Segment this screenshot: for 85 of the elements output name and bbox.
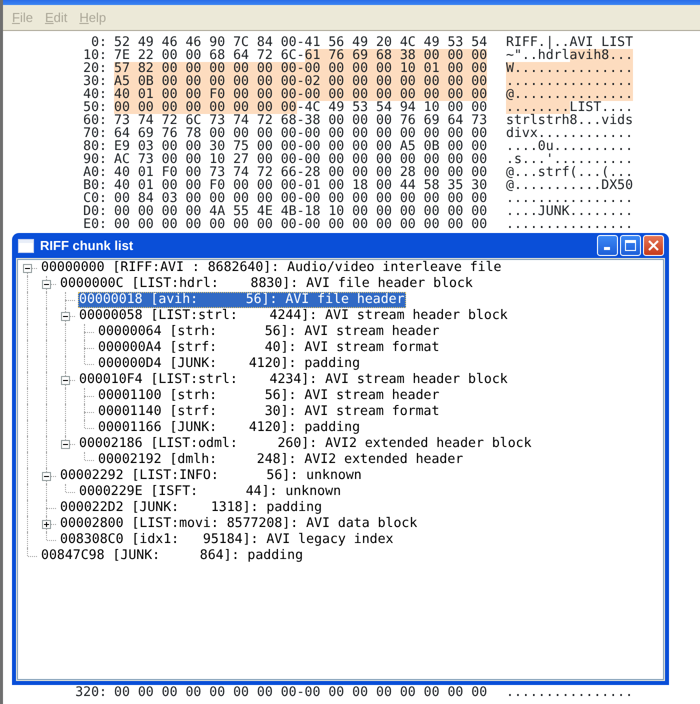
tree-item[interactable]: 00002186 [LIST:odml: 260]: AVI2 extended header block xyxy=(78,436,533,452)
row-offset: 70: xyxy=(82,127,107,140)
row-offset: D0: xyxy=(82,205,107,218)
hex-bytes: -4C 49 53 54 94 10 00 00 xyxy=(296,101,488,114)
hex-bytes: 40 01 F0 00 73 74 72 66-28 00 00 00 28 00 00 00 xyxy=(114,166,488,179)
ascii-text: divx............ xyxy=(506,127,634,140)
hex-bytes: 00 00 00 00 00 00 00 00-00 00 00 00 00 00 00 00 xyxy=(114,686,488,699)
tree-item[interactable]: 000010F4 [LIST:strl: 4234]: AVI stream header block xyxy=(78,372,509,388)
tree-item[interactable]: 000000A4 [strf: 40]: AVI stream format xyxy=(97,340,440,356)
tree-item[interactable]: 000000D4 [JUNK: 4120]: padding xyxy=(97,356,362,372)
tree-item[interactable]: 00002292 [LIST:INFO: 56]: unknown xyxy=(59,468,363,484)
collapse-icon[interactable] xyxy=(42,472,51,481)
close-button[interactable] xyxy=(643,235,664,256)
ascii-text: avih8... xyxy=(570,49,634,62)
row-offset: 320: xyxy=(74,686,107,699)
window-icon xyxy=(18,238,34,252)
hex-bytes: A5 0B 00 00 00 00 00 00-02 00 00 00 00 00 00 00 xyxy=(114,75,488,88)
row-offset: 40: xyxy=(82,88,107,101)
tree-item[interactable]: 00002192 [dmlh: 248]: AVI2 extended header xyxy=(97,452,464,468)
hex-bytes: 00 00 00 00 00 00 00 00 xyxy=(114,101,297,114)
ascii-text: ................ xyxy=(506,686,634,699)
row-offset: 60: xyxy=(82,114,107,127)
ascii-text: W............... xyxy=(506,62,634,75)
tree-item[interactable]: 00000000 [RIFF:AVI : 8682640]: Audio/video interleave file xyxy=(40,260,502,276)
row-offset: 50: xyxy=(82,101,107,114)
ascii-text: ........ xyxy=(506,101,570,114)
ascii-text: strlstrh8...vids xyxy=(506,114,634,127)
hex-bytes: 7E 22 00 00 68 64 72 6C- xyxy=(114,49,305,62)
ascii-text: @...........DX50 xyxy=(506,179,634,192)
row-offset: 20: xyxy=(82,62,107,75)
hex-bytes: E9 03 00 00 30 75 00 00-00 00 00 00 A5 0B 00 00 xyxy=(114,140,488,153)
hex-bytes: 40 01 00 00 F0 00 00 00-01 00 18 00 44 58 35 30 xyxy=(114,179,488,192)
hex-bytes: AC 73 00 00 10 27 00 00-00 00 00 00 00 00 00 00 xyxy=(114,153,488,166)
tree-item[interactable]: 000022D2 [JUNK: 1318]: padding xyxy=(59,500,324,516)
row-offset: B0: xyxy=(82,179,107,192)
window-title: RIFF chunk list xyxy=(40,236,134,255)
row-offset: 30: xyxy=(82,75,107,88)
hex-bytes: 73 74 72 6C 73 74 72 68-38 00 00 00 76 69 64 73 xyxy=(114,114,488,127)
hex-bytes: 61 76 69 68 38 00 00 00 xyxy=(304,49,488,62)
tree-item[interactable]: 00001100 [strh: 56]: AVI stream header xyxy=(97,388,440,404)
ascii-text: ~"..hdrl xyxy=(506,49,570,62)
hex-bytes: 00 00 00 00 00 00 00 00-00 00 00 00 00 00 00 00 xyxy=(114,218,488,231)
ascii-text: .s...'.......... xyxy=(506,153,634,166)
row-offset: A0: xyxy=(82,166,107,179)
ascii-text: ....JUNK........ xyxy=(506,205,634,218)
tree-item[interactable]: 00000064 [strh: 56]: AVI stream header xyxy=(97,324,440,340)
ascii-text: RIFF.|..AVI LIST xyxy=(506,36,634,49)
collapse-icon[interactable] xyxy=(61,312,70,321)
hex-bytes: 57 82 00 00 00 00 00 00-00 00 00 00 10 01 00 00 xyxy=(114,62,488,75)
row-offset: 10: xyxy=(82,49,107,62)
tree-item[interactable]: 00001140 [strf: 30]: AVI stream format xyxy=(97,404,440,420)
minimize-button[interactable] xyxy=(597,235,618,256)
collapse-icon[interactable] xyxy=(61,440,70,449)
hex-bytes: 40 01 00 00 F0 00 00 00-00 00 00 00 00 00 00 00 xyxy=(114,88,488,101)
ascii-text: @............... xyxy=(506,88,634,101)
tree-item[interactable]: 00001166 [JUNK: 4120]: padding xyxy=(97,420,362,436)
hex-bytes: 00 00 00 00 4A 55 4E 4B-18 10 00 00 00 00 00 00 xyxy=(114,205,488,218)
row-offset: 0: xyxy=(91,36,107,49)
tree-item[interactable]: 0000000C [LIST:hdrl: 8830]: AVI file header block xyxy=(59,276,474,292)
ascii-text: ................ xyxy=(506,218,634,231)
tree-item[interactable]: 00000058 [LIST:strl: 4244]: AVI stream header block xyxy=(78,308,509,324)
close-icon xyxy=(648,240,659,251)
ascii-text: ....0u.......... xyxy=(506,140,634,153)
tree-item[interactable]: 008308C0 [idx1: 95184]: AVI legacy index xyxy=(59,532,394,548)
hex-bytes: 64 69 76 78 00 00 00 00-00 00 00 00 00 00 00 00 xyxy=(114,127,488,140)
maximize-button[interactable] xyxy=(620,235,641,256)
row-offset: E0: xyxy=(82,218,107,231)
collapse-icon[interactable] xyxy=(23,264,32,273)
row-offset: 90: xyxy=(82,153,107,166)
tree-item[interactable]: 00000018 [avih: 56]: AVI file header xyxy=(78,292,406,308)
expand-icon[interactable] xyxy=(42,520,51,529)
ascii-text: ................ xyxy=(506,75,634,88)
tree-item[interactable]: 00847C98 [JUNK: 864]: padding xyxy=(40,548,304,564)
hex-bytes: 52 49 46 46 90 7C 84 00-41 56 49 20 4C 49 53 54 xyxy=(114,36,488,49)
hex-bytes: 00 84 03 00 00 00 00 00-00 00 00 00 00 00 00 00 xyxy=(114,192,488,205)
maximize-icon xyxy=(625,240,636,251)
ascii-text: LIST.... xyxy=(570,101,634,114)
collapse-icon[interactable] xyxy=(42,280,51,289)
row-offset: C0: xyxy=(82,192,107,205)
ascii-text: @...strf(...(... xyxy=(506,166,634,179)
ascii-text: ................ xyxy=(506,192,634,205)
collapse-icon[interactable] xyxy=(61,376,70,385)
row-offset: 80: xyxy=(82,140,107,153)
tree-item[interactable]: 0000229E [ISFT: 44]: unknown xyxy=(78,484,342,500)
tree-item[interactable]: 00002800 [LIST:movi: 8577208]: AVI data block xyxy=(59,516,418,532)
